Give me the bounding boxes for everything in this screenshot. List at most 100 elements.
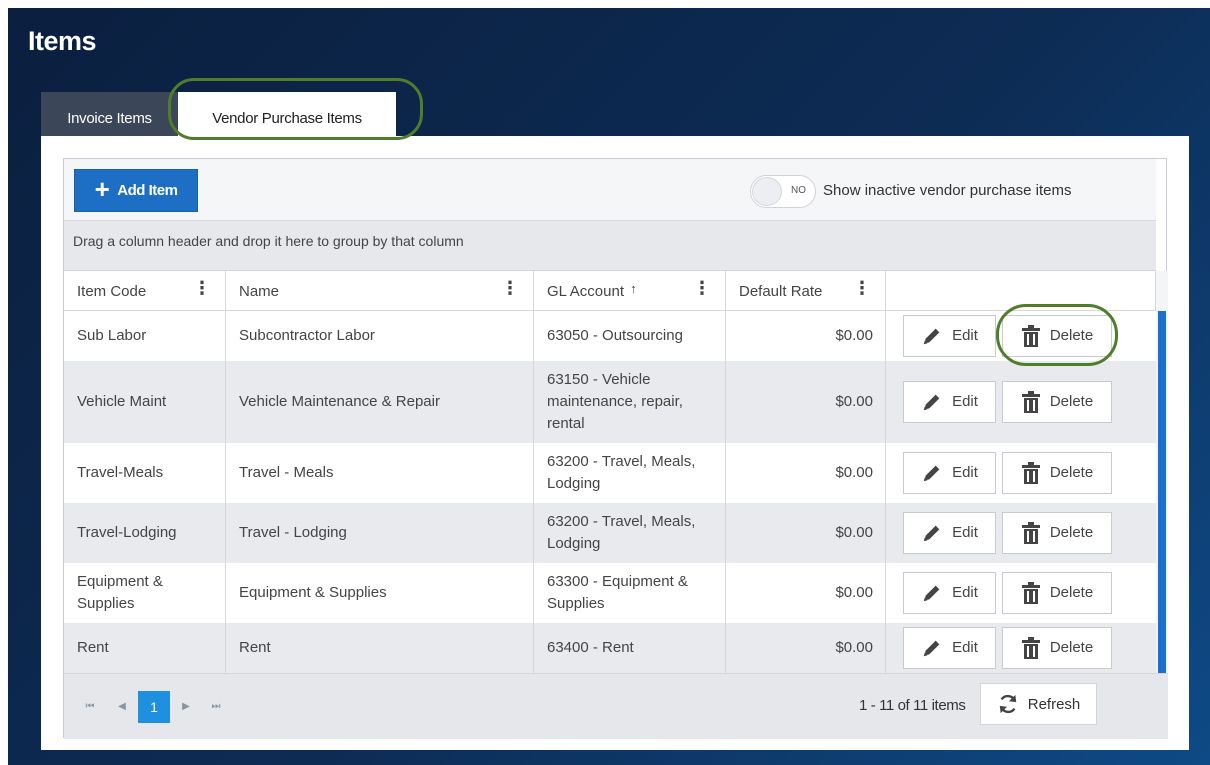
group-by-drop-zone[interactable]: Drag a column header and drop it here to… — [64, 221, 1156, 271]
kebab-menu-icon[interactable]: ⋮ — [693, 279, 711, 297]
cell-text: 63200 - Travel, Meals, Lodging — [547, 453, 696, 492]
delete-label: Delete — [1049, 327, 1094, 344]
cell-text: Travel - Lodging — [239, 524, 347, 541]
edit-label: Edit — [952, 464, 978, 481]
add-item-label: Add Item — [117, 182, 178, 199]
pencil-icon — [923, 585, 940, 602]
cell-actions: Edit Delete — [886, 361, 1156, 443]
pencil-icon — [923, 640, 940, 657]
edit-button[interactable]: Edit — [903, 381, 996, 423]
cell-rate: $0.00 — [726, 503, 886, 563]
kebab-menu-icon[interactable]: ⋮ — [501, 279, 519, 297]
vertical-scrollbar[interactable] — [1156, 311, 1168, 673]
edit-button[interactable]: Edit — [903, 452, 996, 494]
grid-pager: ⏮ ◀ 1 ▶ ⏭ 1 - 11 of 11 items Refresh — [64, 673, 1168, 739]
column-header-label: GL Account — [547, 283, 624, 300]
edit-label: Edit — [952, 393, 978, 410]
column-header-name[interactable]: Name ⋮ — [226, 271, 534, 311]
edit-button[interactable]: Edit — [903, 572, 996, 614]
cell-text: 63150 - Vehicle maintenance, repair, ren… — [547, 371, 683, 432]
delete-label: Delete — [1049, 584, 1094, 601]
show-inactive-toggle[interactable]: NO — [750, 175, 816, 208]
delete-button[interactable]: Delete — [1002, 452, 1112, 494]
delete-label: Delete — [1049, 639, 1094, 656]
edit-button[interactable]: Edit — [903, 627, 996, 669]
cell-actions: Edit Delete — [886, 443, 1156, 503]
cell-code: Rent — [64, 623, 226, 673]
cell-code: Sub Labor — [64, 311, 226, 361]
table-row[interactable]: Vehicle Maint Vehicle Maintenance & Repai… — [64, 361, 1156, 443]
cell-gl: 63200 - Travel, Meals, Lodging — [534, 443, 726, 503]
cell-text: $0.00 — [835, 524, 873, 541]
edit-label: Edit — [952, 327, 978, 344]
delete-button[interactable]: Delete — [1002, 381, 1112, 423]
cell-text: Equipment & Supplies — [77, 573, 163, 612]
cell-rate: $0.00 — [726, 311, 886, 361]
cell-text: $0.00 — [835, 464, 873, 481]
cell-text: Rent — [77, 639, 109, 656]
pencil-icon — [923, 328, 940, 345]
table-row[interactable]: Sub Labor Subcontractor Labor 63050 - Outs… — [64, 311, 1156, 361]
grid-header-row: Item Code ⋮ Name ⋮ GL Account ↑ ⋮ Defaul… — [64, 271, 1168, 311]
scrollbar-thumb[interactable] — [1158, 311, 1166, 673]
scrollbar-corner — [1156, 271, 1168, 311]
edit-label: Edit — [952, 524, 978, 541]
kebab-menu-icon[interactable]: ⋮ — [853, 279, 871, 297]
cell-text: Rent — [239, 639, 271, 656]
next-page-icon[interactable]: ▶ — [176, 696, 196, 716]
cell-text: 63200 - Travel, Meals, Lodging — [547, 513, 696, 552]
column-header-item-code[interactable]: Item Code ⋮ — [64, 271, 226, 311]
table-row[interactable]: Travel-Meals Travel - Meals 63200 - Travel… — [64, 443, 1156, 503]
grid-toolbar: + Add Item NO Show inactive vendor purch… — [64, 159, 1156, 221]
pencil-icon — [923, 394, 940, 411]
delete-button[interactable]: Delete — [1002, 572, 1112, 614]
cell-actions: Edit Delete — [886, 311, 1156, 361]
edit-button[interactable]: Edit — [903, 512, 996, 554]
tab-content-panel: + Add Item NO Show inactive vendor purch… — [41, 136, 1189, 750]
edit-label: Edit — [952, 584, 978, 601]
toggle-knob — [752, 177, 782, 206]
trash-icon — [1021, 391, 1040, 413]
cell-text: Equipment & Supplies — [239, 584, 387, 601]
table-row[interactable]: Rent Rent 63400 - Rent $0.00 Edit Delete — [64, 623, 1156, 673]
column-header-default-rate[interactable]: Default Rate ⋮ — [726, 271, 886, 311]
kebab-menu-icon[interactable]: ⋮ — [193, 279, 211, 297]
cell-gl: 63200 - Travel, Meals, Lodging — [534, 503, 726, 563]
sort-ascending-icon: ↑ — [630, 281, 637, 296]
page-number-current[interactable]: 1 — [138, 691, 170, 723]
delete-button[interactable]: Delete — [1002, 315, 1112, 357]
delete-button[interactable]: Delete — [1002, 512, 1112, 554]
delete-label: Delete — [1049, 393, 1094, 410]
cell-text: Sub Labor — [77, 327, 147, 344]
cell-rate: $0.00 — [726, 361, 886, 443]
cell-name: Equipment & Supplies — [226, 563, 534, 623]
add-item-button[interactable]: + Add Item — [74, 169, 198, 212]
trash-icon — [1021, 582, 1040, 604]
cell-text: Travel-Meals — [77, 464, 164, 481]
grid-body: Sub Labor Subcontractor Labor 63050 - Outs… — [64, 311, 1156, 673]
previous-page-icon[interactable]: ◀ — [112, 696, 132, 716]
cell-name: Rent — [226, 623, 534, 673]
edit-button[interactable]: Edit — [903, 315, 996, 357]
cell-text: 63400 - Rent — [547, 639, 634, 656]
cell-gl: 63150 - Vehicle maintenance, repair, ren… — [534, 361, 726, 443]
cell-name: Vehicle Maintenance & Repair — [226, 361, 534, 443]
cell-code: Equipment & Supplies — [64, 563, 226, 623]
column-header-gl-account[interactable]: GL Account ↑ ⋮ — [534, 271, 726, 311]
cell-text: Subcontractor Labor — [239, 327, 375, 344]
pager-info: 1 - 11 of 11 items — [859, 697, 966, 714]
refresh-icon — [999, 694, 1016, 714]
table-row[interactable]: Equipment & Supplies Equipment & Supplies… — [64, 563, 1156, 623]
cell-text: Vehicle Maintenance & Repair — [239, 393, 440, 410]
last-page-icon[interactable]: ⏭ — [206, 696, 226, 716]
edit-label: Edit — [952, 639, 978, 656]
first-page-icon[interactable]: ⏮ — [80, 696, 100, 716]
trash-icon — [1021, 462, 1040, 484]
cell-name: Subcontractor Labor — [226, 311, 534, 361]
table-row[interactable]: Travel-Lodging Travel - Lodging 63200 - Tr… — [64, 503, 1156, 563]
refresh-button[interactable]: Refresh — [980, 683, 1097, 725]
delete-button[interactable]: Delete — [1002, 627, 1112, 669]
column-header-label: Item Code — [77, 283, 147, 300]
app-frame: Items Invoice Items Vendor Purchase Item… — [8, 8, 1210, 765]
show-inactive-label: Show inactive vendor purchase items — [823, 182, 1072, 199]
